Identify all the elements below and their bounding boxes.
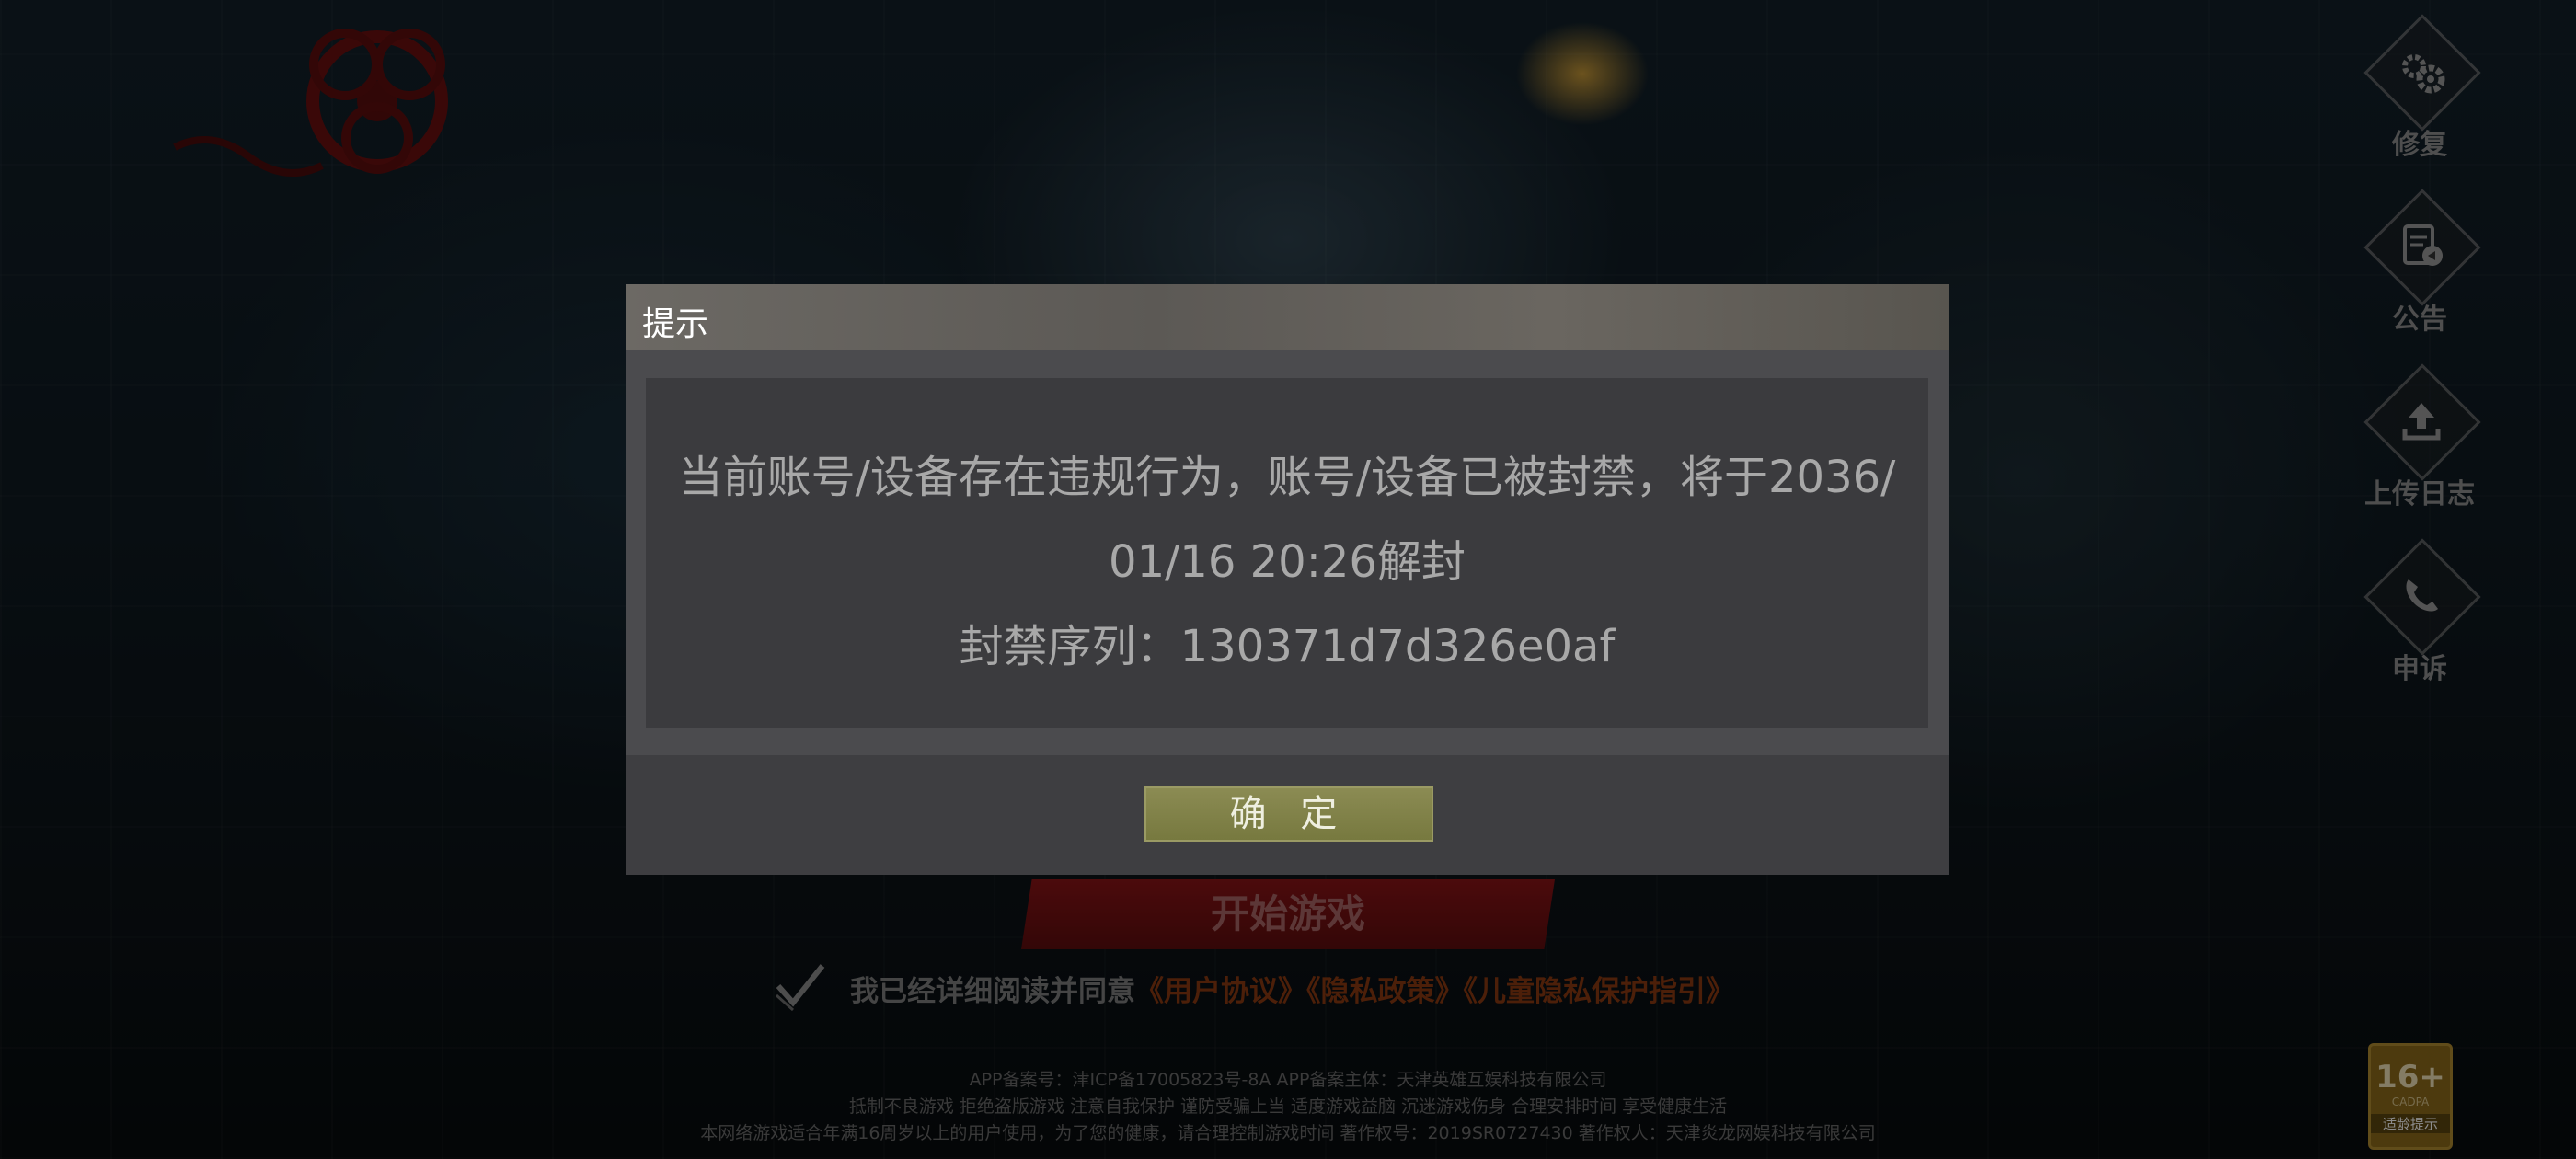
ban-notice-dialog: 提示 当前账号/设备存在违规行为，账号/设备已被封禁，将于2036/ 01/16… — [626, 284, 1949, 875]
ban-serial: 封禁序列：130371d7d326e0af — [959, 621, 1616, 672]
ban-message-line-1: 当前账号/设备存在违规行为，账号/设备已被封禁，将于2036/ — [678, 452, 1896, 503]
message-box: 当前账号/设备存在违规行为，账号/设备已被封禁，将于2036/ 01/16 20… — [646, 378, 1928, 728]
dialog-body: 当前账号/设备存在违规行为，账号/设备已被封禁，将于2036/ 01/16 20… — [626, 350, 1949, 875]
dialog-header: 提示 — [626, 284, 1949, 350]
dialog-title: 提示 — [642, 305, 709, 343]
confirm-button[interactable]: 确 定 — [1144, 786, 1433, 842]
ban-message-line-2: 01/16 20:26解封 — [1109, 536, 1466, 588]
